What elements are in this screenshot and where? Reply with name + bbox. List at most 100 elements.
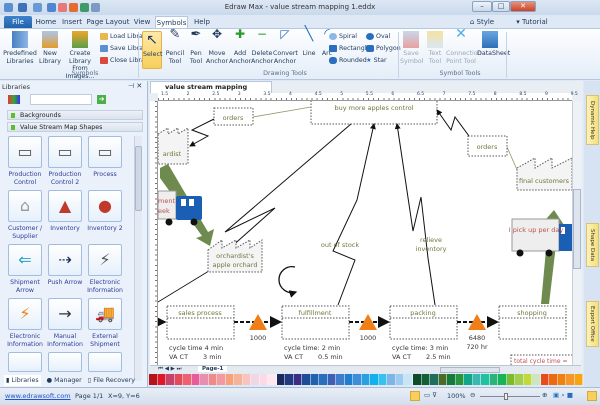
palette-swatch[interactable]	[404, 374, 413, 385]
zoom-in-button[interactable]: ⊕	[542, 391, 547, 399]
palette-swatch[interactable]	[430, 374, 439, 385]
line-button[interactable]: ╲ Line	[300, 27, 318, 58]
library-shape[interactable]: ⚡	[8, 298, 42, 330]
page-view-icon[interactable]	[410, 391, 420, 401]
rounded-button[interactable]: Rounded	[329, 56, 367, 66]
connection-point-tool-button[interactable]: ✕ Connection Point Tool	[446, 27, 482, 65]
pen-tool-button[interactable]: ✒ Pen Tool	[186, 28, 206, 65]
zoom-slider-thumb[interactable]	[504, 393, 508, 400]
palette-swatch[interactable]	[217, 374, 226, 385]
page-nav-buttons[interactable]: ⏮ ◀ ▶ ⏭	[158, 366, 182, 373]
tab-file-recovery[interactable]: ▯ File Recovery	[88, 375, 135, 386]
export-office-tab[interactable]: Export Office	[586, 301, 599, 347]
palette-swatch[interactable]	[438, 374, 448, 385]
palette-swatch[interactable]	[251, 374, 260, 385]
palette-swatch[interactable]	[285, 374, 294, 385]
palette-swatch[interactable]	[234, 374, 243, 385]
palette-swatch[interactable]	[225, 374, 235, 385]
final-customers-factory[interactable]	[516, 157, 572, 191]
spiral-button[interactable]: Spiral	[329, 32, 357, 42]
palette-swatch[interactable]	[395, 374, 405, 385]
view-mode-icons[interactable]: ▭ ⊽	[424, 391, 437, 399]
palette-swatch[interactable]	[515, 374, 524, 385]
shape-data-tab[interactable]: Shape Data	[586, 223, 599, 267]
palette-swatch[interactable]	[259, 374, 269, 385]
palette-swatch[interactable]	[268, 374, 277, 385]
palette-swatch[interactable]	[344, 374, 354, 385]
palette-swatch[interactable]	[447, 374, 456, 385]
full-screen-icon[interactable]	[587, 391, 597, 401]
truck-right[interactable]: I pick up per day	[509, 218, 572, 257]
oval-button[interactable]: Oval	[366, 32, 390, 42]
scroll-thumb[interactable]	[135, 146, 142, 211]
palette-swatch[interactable]	[293, 374, 303, 385]
library-color-icon[interactable]	[8, 95, 20, 104]
library-shape[interactable]: ▭	[88, 136, 122, 168]
library-shape[interactable]: ⇢	[48, 244, 82, 276]
palette-swatch[interactable]	[566, 374, 575, 385]
pencil-tool-button[interactable]: ✎ Pencil Tool	[164, 28, 186, 65]
library-scrollbar[interactable]	[134, 136, 142, 381]
zoom-out-button[interactable]: ⊖	[470, 391, 475, 399]
palette-swatch[interactable]	[481, 374, 490, 385]
minimize-button[interactable]: –	[472, 1, 492, 12]
select-tool-button[interactable]: ↖ Select	[142, 31, 162, 69]
palette-swatch[interactable]	[421, 374, 431, 385]
palette-swatch[interactable]	[166, 374, 175, 385]
palette-swatch[interactable]	[378, 374, 388, 385]
category-backgrounds[interactable]: Backgrounds	[7, 110, 143, 120]
go-arrow-icon[interactable]: ➜	[97, 95, 106, 104]
palette-swatch[interactable]	[549, 374, 558, 385]
palette-swatch[interactable]	[540, 374, 550, 385]
fit-page-icon[interactable]: ▣ ⌕ ■	[553, 391, 573, 400]
dynamic-help-tab[interactable]: Dynamic Help	[586, 95, 599, 145]
palette-swatch[interactable]	[523, 374, 533, 385]
library-shape[interactable]: ⚡	[88, 244, 122, 276]
palette-swatch[interactable]	[336, 374, 345, 385]
website-link[interactable]: www.edrawsoft.com	[5, 392, 71, 400]
palette-swatch[interactable]	[242, 374, 252, 385]
add-anchor-button[interactable]: ✚ Add Anchor	[229, 28, 251, 65]
vertical-scrollbar[interactable]	[572, 101, 581, 365]
tab-manager[interactable]: ● Manager	[47, 375, 82, 386]
palette-swatch[interactable]	[361, 374, 371, 385]
datasheet-button[interactable]: DataSheet	[477, 31, 510, 58]
palette-swatch[interactable]	[183, 374, 192, 385]
truck-left[interactable]: ment eek	[158, 190, 202, 226]
palette-swatch[interactable]	[557, 374, 567, 385]
tab-libraries[interactable]: ▮ Libraries	[4, 375, 41, 386]
palette-swatch[interactable]	[455, 374, 465, 385]
library-shape[interactable]	[48, 352, 82, 372]
palette-swatch[interactable]	[506, 374, 516, 385]
star-button[interactable]: ★ Star	[366, 56, 387, 66]
library-shape[interactable]: ▲	[48, 190, 82, 222]
library-shape[interactable]: ▭	[8, 136, 42, 168]
library-search-input[interactable]	[30, 94, 92, 105]
horizontal-scrollbar[interactable]	[440, 367, 500, 373]
library-shape[interactable]: ▭	[48, 136, 82, 168]
palette-swatch[interactable]	[276, 374, 286, 385]
palette-swatch[interactable]	[412, 374, 422, 385]
predefined-libraries-button[interactable]: Predefined Libraries	[3, 31, 37, 65]
maximize-button[interactable]: □	[492, 1, 510, 12]
palette-swatch[interactable]	[370, 374, 379, 385]
circular-arrow-icon[interactable]	[278, 265, 298, 298]
pin-icon[interactable]: ⊣ ✕	[128, 82, 142, 90]
palette-swatch[interactable]	[489, 374, 499, 385]
move-anchor-button[interactable]: ✥ Move Anchor	[205, 28, 229, 65]
convert-anchor-button[interactable]: ◸ Convert Anchor	[273, 28, 298, 65]
library-shape[interactable]: ⌂	[8, 190, 42, 222]
text-tool-button[interactable]: Text Tool	[425, 31, 445, 65]
palette-swatch[interactable]	[464, 374, 473, 385]
palette-swatch[interactable]	[200, 374, 209, 385]
electronic-info-line[interactable]	[224, 123, 352, 249]
library-shape[interactable]: ●	[88, 190, 122, 222]
library-shape[interactable]: →	[48, 298, 82, 330]
library-shape[interactable]	[8, 352, 42, 372]
library-shape[interactable]: 🚚	[88, 298, 122, 330]
palette-swatch[interactable]	[149, 374, 158, 385]
drawing-canvas[interactable]: buy more apples control orders ardist me…	[158, 101, 572, 365]
palette-swatch[interactable]	[191, 374, 201, 385]
palette-swatch[interactable]	[319, 374, 328, 385]
save-symbol-button[interactable]: Save Symbol	[400, 31, 423, 65]
